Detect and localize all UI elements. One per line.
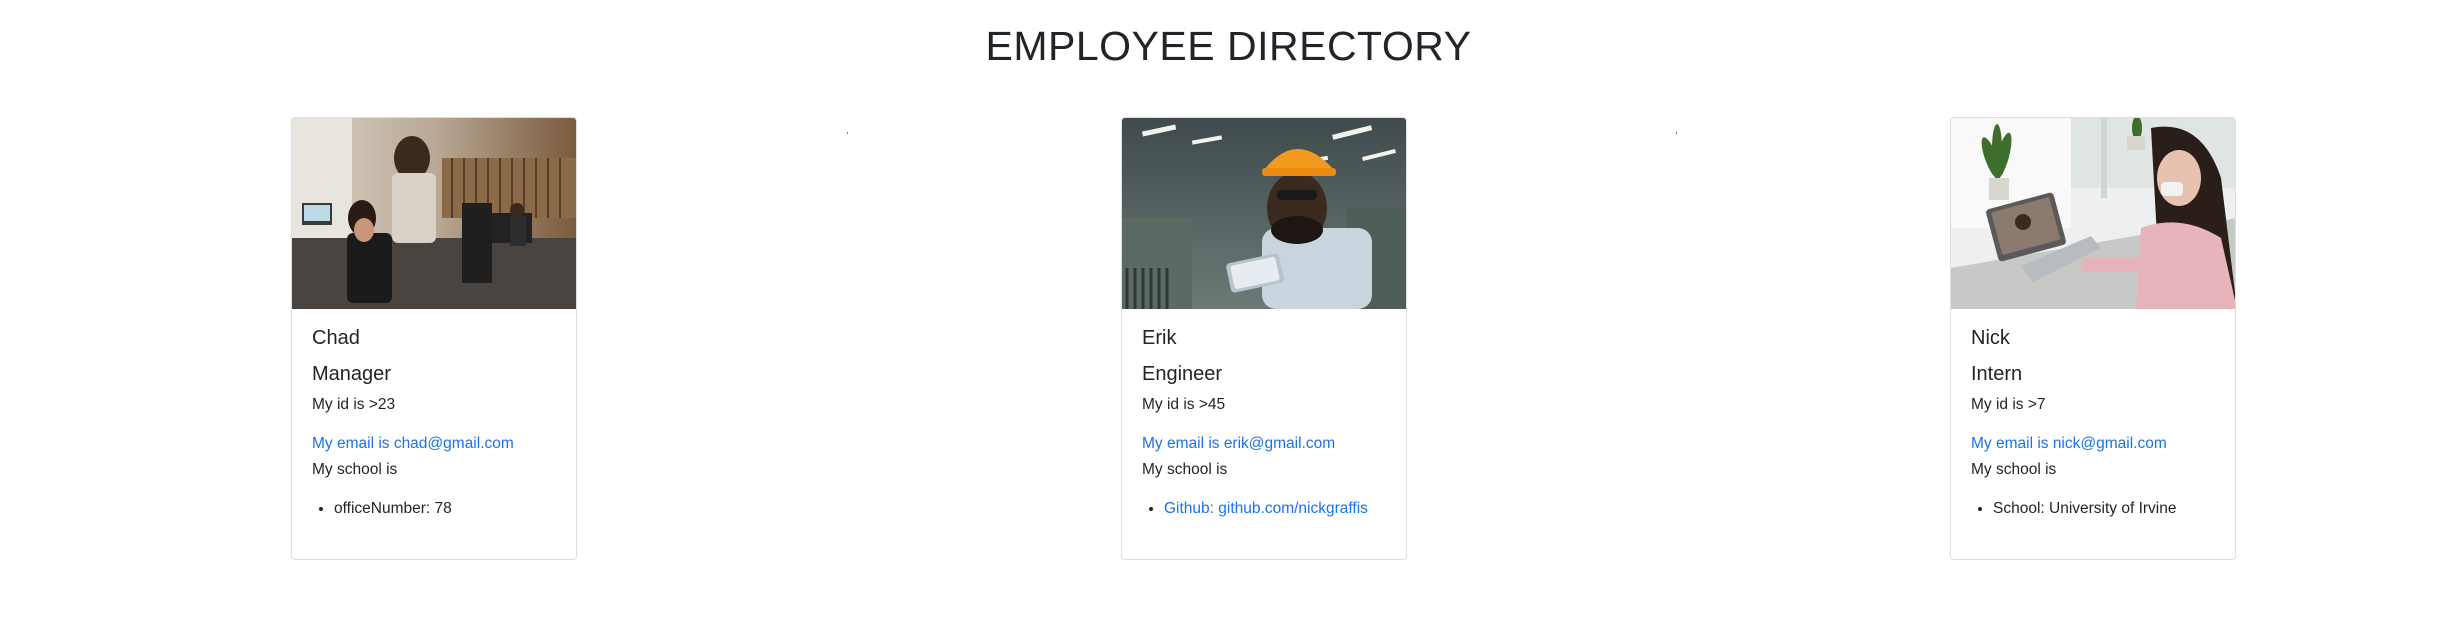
employee-photo-office [292,118,576,309]
employee-card-erik: Erik Engineer My id is >45 My email is e… [1121,117,1407,560]
employee-email-link[interactable]: My email is erik@gmail.com [1142,434,1386,454]
employee-id: My id is >23 [312,396,396,413]
employee-school-label: My school is [312,461,398,478]
employee-extra-item: officeNumber: 78 [334,499,556,519]
employee-card-nick: Nick Intern My id is >7 My email is nick… [1950,117,2236,560]
employee-email-link[interactable]: My email is chad@gmail.com [312,434,556,454]
employee-school-label: My school is [1142,461,1228,478]
employee-id: My id is >7 [1971,396,2046,413]
employee-extra-item: Github: github.com/nickgraffis [1164,499,1386,519]
page-title: EMPLOYEE DIRECTORY [985,23,1472,69]
employee-name: Erik [1142,327,1177,349]
employee-email-link[interactable]: My email is nick@gmail.com [1971,434,2215,454]
card-body: Chad Manager My id is >23 My email is ch… [292,309,576,519]
employee-role: Intern [1971,363,2023,385]
stray-comma-mark: , [846,125,849,136]
employee-id: My id is >45 [1142,396,1226,413]
employee-directory-page: EMPLOYEE DIRECTORY , , Chad Manager My i… [0,0,2457,631]
employee-school-label: My school is [1971,461,2057,478]
employee-name: Chad [312,327,360,349]
employee-extra-list: Github: github.com/nickgraffis [1142,499,1386,519]
card-body: Nick Intern My id is >7 My email is nick… [1951,309,2235,519]
stray-comma-mark: , [1675,125,1678,136]
card-body: Erik Engineer My id is >45 My email is e… [1122,309,1406,519]
github-link[interactable]: Github: github.com/nickgraffis [1164,500,1368,517]
employee-extra-item: School: University of Irvine [1993,499,2215,519]
employee-role: Engineer [1142,363,1223,385]
employee-role: Manager [312,363,391,385]
employee-extra-list: officeNumber: 78 [312,499,556,519]
employee-photo-factory [1122,118,1406,309]
employee-name: Nick [1971,327,2010,349]
employee-extra-list: School: University of Irvine [1971,499,2215,519]
employee-photo-laptop [1951,118,2235,309]
employee-card-chad: Chad Manager My id is >23 My email is ch… [291,117,577,560]
